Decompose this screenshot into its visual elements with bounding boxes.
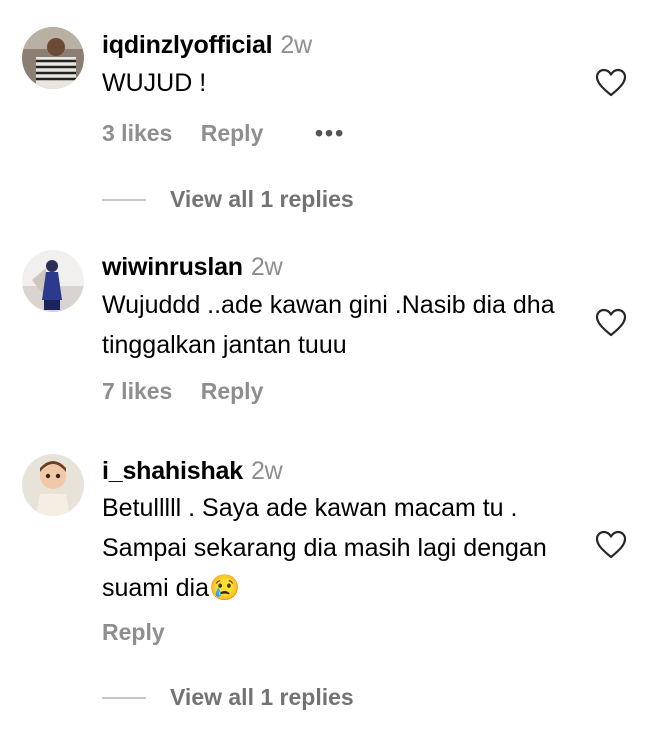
likes-count[interactable]: 3 likes [102,120,172,146]
view-replies-label: View all 1 replies [170,684,354,710]
comment-text: Wujuddd ..ade kawan gini .Nasib dia dha … [102,291,562,359]
username[interactable]: wiwinruslan 2w [102,253,283,282]
comment-meta: Reply [102,619,165,646]
divider-line [102,198,146,201]
avatar[interactable] [22,250,84,312]
likes-count[interactable]: 7 likes [102,378,172,404]
view-replies-button[interactable]: View all 1 replies [102,684,354,711]
reply-button[interactable]: Reply [201,120,264,146]
reply-button[interactable]: Reply [201,378,264,404]
username[interactable]: iqdinzlyofficial 2w [102,31,312,60]
heart-icon[interactable] [595,68,627,98]
comment-text: Betulllll . Saya ade kawan macam tu . Sa… [102,494,554,602]
timestamp: 2w [250,457,283,485]
avatar[interactable] [22,454,84,516]
view-replies-label: View all 1 replies [170,186,354,212]
heart-icon[interactable] [595,308,627,338]
heart-icon[interactable] [595,530,627,560]
divider-line [102,696,146,699]
timestamp: 2w [280,31,312,59]
avatar[interactable] [22,27,84,89]
comment-meta: 3 likes Reply [102,120,263,147]
more-options-icon[interactable]: ••• [315,120,345,147]
timestamp: 2w [250,253,283,281]
username[interactable]: i_shahishak 2w [102,457,283,486]
comment-meta: 7 likes Reply [102,378,263,405]
view-replies-button[interactable]: View all 1 replies [102,186,354,213]
comment-text: WUJUD ! [102,69,207,97]
reply-button[interactable]: Reply [102,619,165,645]
